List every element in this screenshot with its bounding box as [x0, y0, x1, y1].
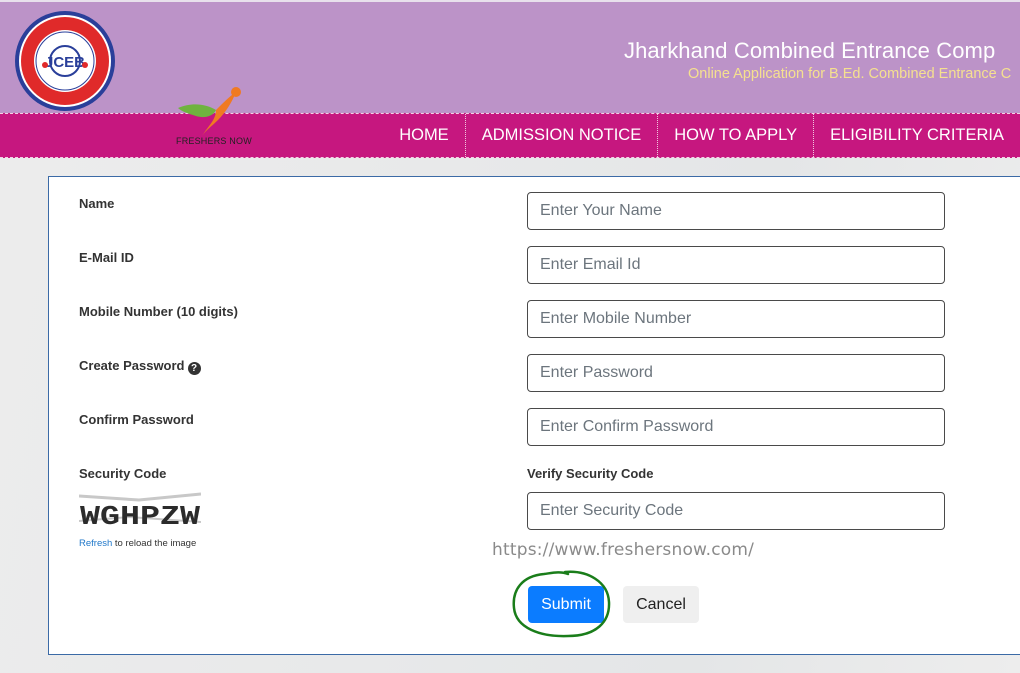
- password-input[interactable]: [527, 354, 945, 392]
- site-title: Jharkhand Combined Entrance Comp: [624, 38, 996, 63]
- freshers-now-brand-text: FRESHERS NOW: [176, 136, 252, 146]
- refresh-hint: Refresh to reload the image: [79, 538, 196, 549]
- site-subtitle: Online Application for B.Ed. Combined En…: [688, 66, 1012, 82]
- submit-button[interactable]: Submit: [528, 586, 604, 623]
- nav-list: HOME ADMISSION NOTICE HOW TO APPLY ELIGI…: [383, 114, 1020, 157]
- question-circle-icon[interactable]: ?: [187, 362, 201, 375]
- security-code-input[interactable]: [527, 492, 945, 530]
- mobile-input[interactable]: [527, 300, 945, 338]
- jceb-seal-logo: JCEB: [15, 11, 115, 111]
- cancel-button[interactable]: Cancel: [623, 586, 699, 623]
- site-header: JCEB Jharkhand Combined Entrance Comp On…: [0, 0, 1020, 113]
- main-navbar: HOME ADMISSION NOTICE HOW TO APPLY ELIGI…: [0, 113, 1020, 158]
- nav-item-home[interactable]: HOME: [383, 114, 465, 157]
- create-password-label: Create Password: [79, 358, 185, 373]
- seal-center-text: JCEB: [45, 54, 85, 71]
- name-label: Name: [79, 196, 115, 211]
- verify-security-code-label: Verify Security Code: [527, 466, 654, 481]
- security-code-label: Security Code: [79, 466, 167, 481]
- email-label: E-Mail ID: [79, 250, 134, 265]
- captcha-image: WGHPZW: [79, 492, 201, 529]
- create-password-label-row: Create Password?: [79, 358, 201, 375]
- confirm-password-input[interactable]: [527, 408, 945, 446]
- mobile-label: Mobile Number (10 digits): [79, 304, 238, 319]
- confirm-password-label: Confirm Password: [79, 412, 194, 427]
- refresh-hint-text: to reload the image: [112, 538, 197, 549]
- watermark-url: https://www.freshersnow.com/: [492, 540, 755, 560]
- captcha-text: WGHPZW: [80, 503, 201, 529]
- nav-item-admission-notice[interactable]: ADMISSION NOTICE: [464, 114, 658, 157]
- nav-item-how-to-apply[interactable]: HOW TO APPLY: [657, 114, 813, 157]
- registration-form-panel: Name E-Mail ID Mobile Number (10 digits)…: [48, 176, 1020, 655]
- name-input[interactable]: [527, 192, 945, 230]
- nav-item-eligibility-criteria[interactable]: ELIGIBILITY CRITERIA: [813, 114, 1020, 157]
- email-input[interactable]: [527, 246, 945, 284]
- refresh-captcha-link[interactable]: Refresh: [79, 538, 112, 549]
